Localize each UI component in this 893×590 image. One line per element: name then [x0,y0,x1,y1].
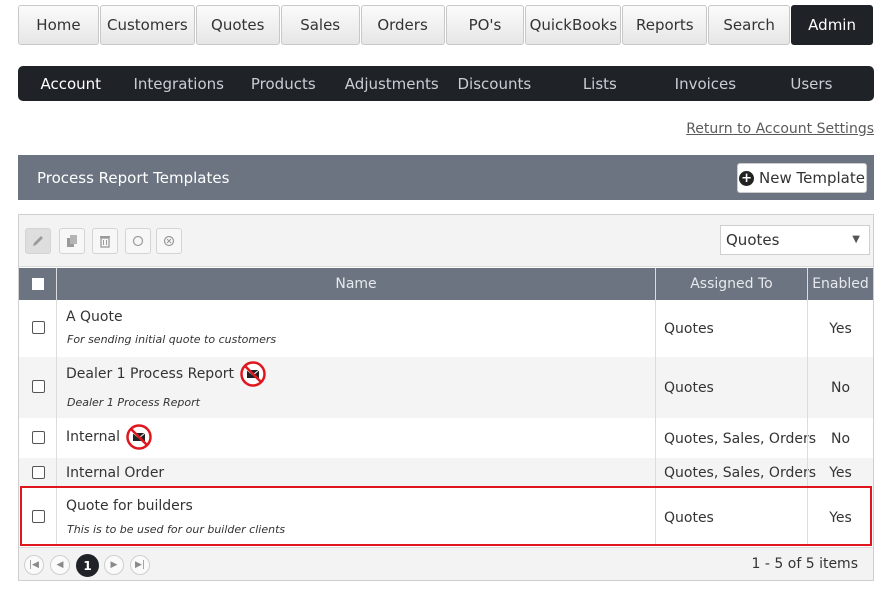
top-nav-admin[interactable]: Admin [791,5,874,45]
edit-icon [33,236,43,246]
delete-icon [100,236,110,248]
sub-nav-discounts[interactable]: Discounts [451,66,538,101]
report-type-select[interactable]: Quotes ▼ [720,225,870,255]
cancel-circle-icon [163,235,175,247]
header-name[interactable]: Name [57,268,656,300]
column-divider [655,268,656,546]
row-checkbox[interactable] [32,510,45,523]
template-enabled: No [830,431,851,447]
grid-toolbar: Quotes ▼ [19,215,873,267]
enable-button[interactable] [125,228,151,254]
new-template-label: New Template [759,169,865,187]
row-checkbox[interactable] [32,466,45,479]
delete-button[interactable] [92,228,118,254]
edit-button[interactable] [25,228,51,254]
header-enabled[interactable]: Enabled [808,268,873,300]
top-nav-orders[interactable]: Orders [360,5,445,45]
panel-title: Process Report Templates [37,169,230,187]
top-nav-quickbooks[interactable]: QuickBooks [525,5,622,45]
copy-icon [67,235,77,247]
top-nav-customers[interactable]: Customers [99,5,195,45]
template-name-wrap: Dealer 1 Process Report [66,361,266,387]
top-nav-pos[interactable]: PO's [445,5,525,45]
template-assigned: Quotes, Sales, Orders [664,431,816,447]
template-assigned: Quotes [664,510,714,526]
sub-nav-products[interactable]: Products [234,66,333,101]
report-type-value: Quotes [726,231,780,249]
last-page-icon: ▶| [135,560,145,570]
first-page-icon: |◀ [29,560,39,570]
top-nav-quotes[interactable]: Quotes [195,5,280,45]
template-name: A Quote [66,309,123,325]
return-to-account-settings-link[interactable]: Return to Account Settings [686,121,874,137]
template-description: Dealer 1 Process Report [67,396,200,409]
next-page-icon: ▶ [110,560,118,570]
sub-nav: Account Integrations Products Adjustment… [18,66,874,101]
first-page-button[interactable]: |◀ [24,555,44,575]
no-email-icon [126,424,152,450]
prev-page-icon: ◀ [56,560,64,570]
top-nav-sales[interactable]: Sales [280,5,360,45]
templates-grid: Quotes ▼ Name Assigned To Enabled A Quot… [18,214,874,581]
prev-page-button[interactable]: ◀ [50,555,70,575]
row-checkbox[interactable] [32,321,45,334]
sub-nav-users[interactable]: Users [749,66,874,101]
row-checkbox[interactable] [32,380,45,393]
template-name: Dealer 1 Process Report [66,366,235,382]
template-assigned: Quotes [664,321,714,337]
no-email-icon [240,361,266,387]
table-row[interactable]: Internal Order Quotes, Sales, Orders Yes [19,458,873,487]
top-nav: Home Customers Quotes Sales Orders PO's … [18,5,874,45]
plus-circle-icon: + [739,170,755,186]
template-enabled: Yes [829,321,852,337]
sub-nav-invoices[interactable]: Invoices [662,66,749,101]
table-row[interactable]: Dealer 1 Process Report Dealer 1 Process… [19,357,873,418]
sub-nav-adjustments[interactable]: Adjustments [333,66,451,101]
caret-down-icon: ▼ [852,234,860,245]
column-divider [56,268,57,546]
circle-icon [132,235,144,247]
template-enabled: Yes [829,465,852,481]
template-name: Quote for builders [66,498,193,514]
grid-pager: |◀ ◀ 1 ▶ ▶| 1 - 5 of 5 items [19,547,873,580]
disable-button[interactable] [156,228,182,254]
header-select-all-cell [19,268,57,300]
table-row[interactable]: Internal Quotes, Sales, Orders No [19,418,873,458]
template-description: This is to be used for our builder clien… [67,523,286,536]
sub-nav-account[interactable]: Account [18,66,124,101]
top-nav-reports[interactable]: Reports [622,5,708,45]
template-assigned: Quotes, Sales, Orders [664,465,816,481]
template-enabled: No [830,380,851,396]
panel-header: Process Report Templates + New Template [18,155,874,200]
new-template-button[interactable]: + New Template [737,163,867,193]
template-enabled: Yes [829,510,852,526]
current-page[interactable]: 1 [76,554,99,577]
template-name: Internal Order [66,465,165,481]
pager-summary: 1 - 5 of 5 items [751,556,858,572]
grid-header: Name Assigned To Enabled [19,268,873,300]
template-description: For sending initial quote to customers [67,333,277,346]
header-assigned-to[interactable]: Assigned To [656,268,808,300]
last-page-button[interactable]: ▶| [130,555,150,575]
template-name: Internal [66,429,120,445]
row-checkbox[interactable] [32,431,45,444]
select-all-checkbox[interactable] [32,278,44,290]
table-row[interactable]: A Quote For sending initial quote to cus… [19,300,873,357]
copy-button[interactable] [59,228,85,254]
top-nav-home[interactable]: Home [18,5,99,45]
template-assigned: Quotes [664,380,714,396]
top-nav-search[interactable]: Search [708,5,791,45]
column-divider [807,268,808,546]
sub-nav-lists[interactable]: Lists [538,66,662,101]
table-row[interactable]: Quote for builders This is to be used fo… [19,487,873,546]
template-name-wrap: Internal [66,424,152,450]
next-page-button[interactable]: ▶ [104,555,124,575]
sub-nav-integrations[interactable]: Integrations [124,66,234,101]
